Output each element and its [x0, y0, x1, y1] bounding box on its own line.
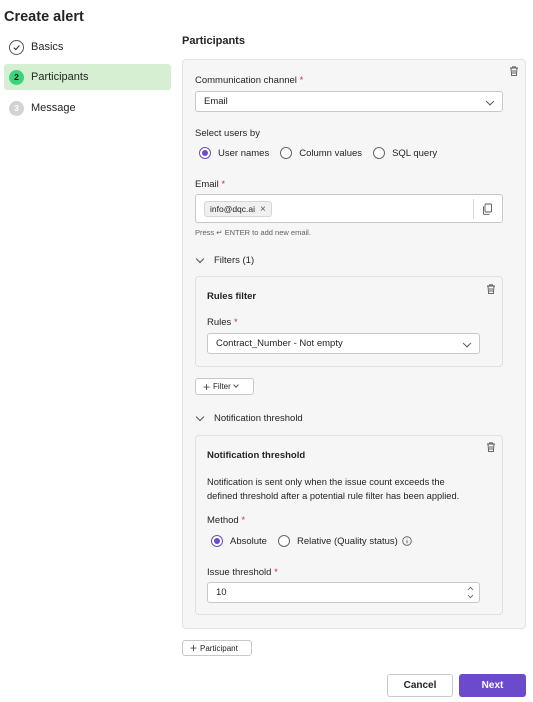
radio-label: User names: [218, 147, 270, 159]
step-label: Message: [31, 102, 76, 114]
threshold-toggle[interactable]: Notification threshold: [195, 412, 303, 424]
step-participants[interactable]: 2 Participants: [4, 64, 171, 90]
filters-toggle[interactable]: Filters (1): [195, 254, 255, 266]
next-button[interactable]: Next: [459, 674, 526, 697]
copy-icon: [483, 203, 492, 215]
add-filter-label: Filter: [213, 382, 231, 391]
spin-up-icon[interactable]: [467, 586, 474, 591]
step-label: Basics: [31, 41, 64, 53]
threshold-description: Notification is sent only when the issue…: [207, 475, 499, 503]
select-users-radio-group: User names Column values SQL query: [199, 147, 448, 159]
email-label-text: Email: [195, 179, 219, 190]
trash-icon: [510, 66, 518, 77]
rules-label: Rules *: [207, 317, 238, 328]
channel-label-text: Communication channel: [195, 75, 297, 86]
input-divider: [473, 199, 474, 219]
email-label: Email *: [195, 179, 225, 190]
rules-select[interactable]: Contract_Number - Not empty: [207, 333, 480, 354]
required-marker: *: [299, 75, 304, 86]
trash-icon: [487, 442, 495, 453]
spin-down-icon[interactable]: [467, 594, 474, 599]
threshold-description-line: defined threshold after a potential rule…: [207, 491, 460, 501]
select-users-label: Select users by: [195, 128, 260, 139]
threshold-description-line: Notification is sent only when the issue…: [207, 477, 445, 487]
delete-participant-button[interactable]: [508, 65, 520, 80]
radio-column-values[interactable]: Column values: [280, 147, 362, 159]
channel-select[interactable]: Email: [195, 91, 503, 112]
step-number-badge: 3: [9, 100, 24, 116]
radio-circle: [277, 535, 290, 547]
radio-absolute[interactable]: Absolute: [211, 535, 267, 547]
channel-label: Communication channel *: [195, 75, 303, 86]
radio-user-names[interactable]: User names: [199, 147, 269, 159]
issue-threshold-label: Issue threshold *: [207, 567, 278, 578]
spin-buttons: [467, 586, 474, 599]
tag-remove-button[interactable]: ×: [260, 204, 266, 215]
radio-sql-query[interactable]: SQL query: [373, 147, 437, 159]
issue-threshold-value: 10: [216, 587, 227, 598]
chevron-down-icon: [195, 412, 205, 422]
issue-threshold-label-text: Issue threshold: [207, 567, 272, 578]
page-title: Create alert: [4, 9, 84, 25]
add-filter-button[interactable]: + Filter: [195, 378, 254, 395]
add-participant-label: Participant: [200, 643, 238, 653]
method-label-text: Method: [207, 515, 239, 526]
radio-label: SQL query: [392, 147, 438, 159]
email-input[interactable]: info@dqc.ai ×: [195, 194, 503, 223]
required-marker: *: [233, 317, 238, 328]
step-label: Participants: [31, 71, 89, 83]
radio-label: Column values: [299, 147, 363, 159]
chevron-down-icon: [462, 338, 472, 348]
add-participant-button[interactable]: + Participant: [182, 640, 252, 656]
cancel-button[interactable]: Cancel: [387, 674, 453, 697]
rules-value: Contract_Number - Not empty: [216, 338, 343, 349]
plus-icon: +: [203, 379, 211, 394]
radio-circle: [373, 147, 386, 159]
step-number-badge: 2: [9, 69, 24, 85]
delete-threshold-button[interactable]: [485, 441, 497, 456]
radio-circle: [280, 147, 293, 159]
email-tag: info@dqc.ai ×: [204, 201, 272, 217]
trash-icon: [487, 284, 495, 295]
step-message[interactable]: 3 Message: [4, 95, 171, 121]
email-tag-text: info@dqc.ai: [210, 204, 256, 214]
radio-label: Relative (Quality status): [296, 535, 398, 547]
required-marker: *: [274, 567, 278, 578]
required-marker: *: [241, 515, 246, 526]
threshold-toggle-label: Notification threshold: [214, 413, 303, 424]
delete-filter-button[interactable]: [485, 283, 497, 298]
radio-circle: [211, 535, 223, 547]
plus-icon: +: [190, 641, 198, 655]
radio-circle: [199, 147, 211, 159]
rules-label-text: Rules: [207, 317, 232, 328]
threshold-card-title: Notification threshold: [207, 450, 306, 461]
chevron-down-icon: [485, 96, 495, 106]
required-marker: *: [221, 179, 226, 190]
channel-value: Email: [204, 96, 228, 107]
radio-label: Absolute: [230, 535, 267, 547]
filters-toggle-label: Filters (1): [214, 255, 255, 266]
email-hint: Press ↵ ENTER to add new email.: [195, 228, 311, 237]
radio-relative[interactable]: Relative (Quality status): [277, 535, 412, 547]
section-title: Participants: [182, 35, 245, 47]
check-circle-icon: [9, 39, 24, 55]
info-icon[interactable]: [402, 536, 412, 546]
step-basics[interactable]: Basics: [4, 34, 171, 60]
chevron-down-icon: [232, 382, 239, 388]
copy-button[interactable]: [482, 203, 493, 218]
chevron-down-icon: [195, 254, 205, 264]
rules-filter-title: Rules filter: [207, 291, 257, 302]
issue-threshold-input[interactable]: 10: [207, 582, 480, 603]
method-label: Method *: [207, 515, 245, 526]
method-radio-group: Absolute Relative (Quality status): [211, 535, 423, 547]
